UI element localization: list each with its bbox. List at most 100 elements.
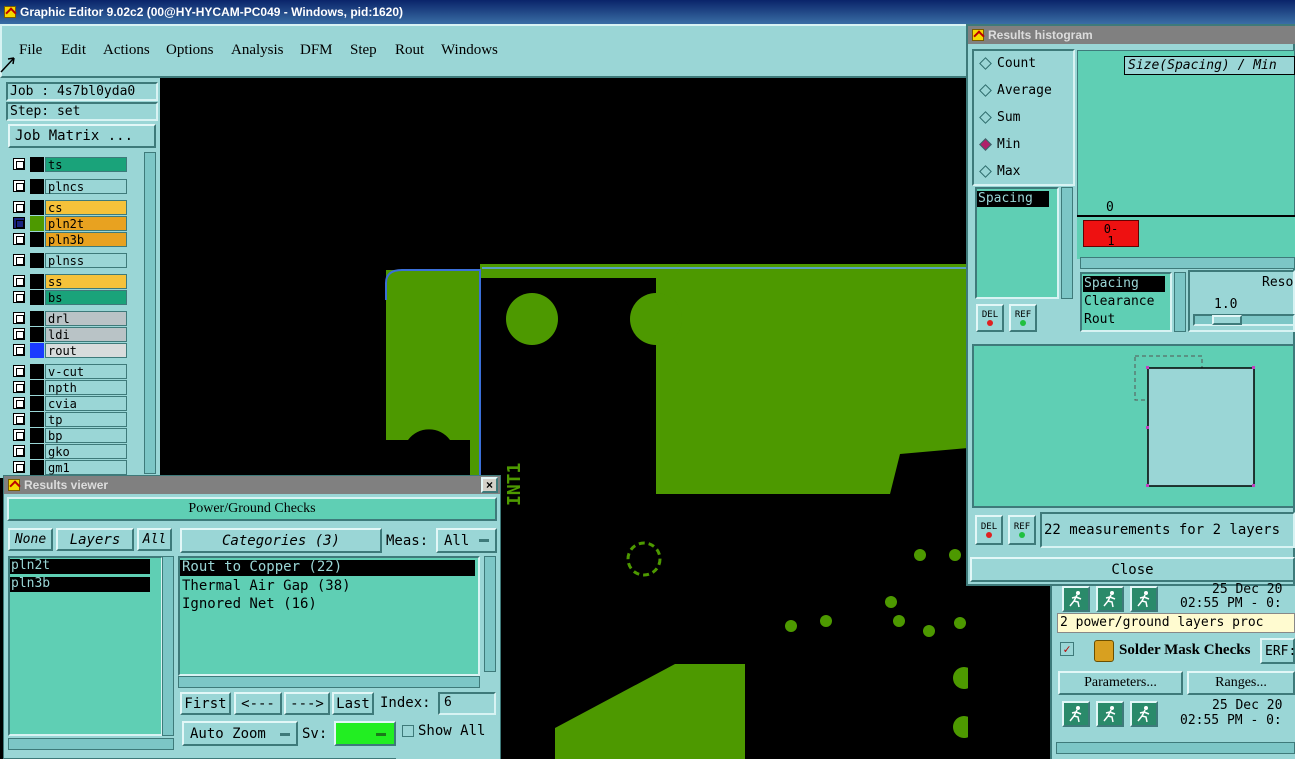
show-all-checkbox[interactable] <box>402 725 414 737</box>
layer-row-npth[interactable]: npth <box>10 380 128 395</box>
main-title-bar[interactable]: Graphic Editor 9.02c2 (00@HY-HYCAM-PC049… <box>0 0 1295 24</box>
menu-edit[interactable]: Edit <box>61 42 86 59</box>
menu-file[interactable]: File <box>19 42 42 59</box>
layer-checkbox[interactable] <box>13 180 25 192</box>
layer-checkbox[interactable] <box>13 217 25 229</box>
layer-color-swatch[interactable] <box>30 200 44 215</box>
erf-panel-hscroll[interactable] <box>1056 742 1295 754</box>
erf-action-icon[interactable] <box>1062 701 1090 727</box>
layer-row-cvia[interactable]: cvia <box>10 396 128 411</box>
layer-row-tp[interactable]: tp <box>10 412 128 427</box>
mode-radio-average[interactable]: Average <box>997 83 1052 98</box>
layer-list-item[interactable]: pln3b <box>10 577 150 592</box>
categories-hscroll[interactable] <box>178 676 480 688</box>
measure-list-item-spacing[interactable]: Spacing <box>1083 276 1165 292</box>
layer-row-gm1[interactable]: gm1 <box>10 460 128 475</box>
layer-row-cs[interactable]: cs <box>10 200 128 215</box>
mode-radio-sum[interactable]: Sum <box>997 110 1020 125</box>
ref-button-bottom[interactable]: REF <box>1008 515 1036 545</box>
layer-list-scrollbar[interactable] <box>144 152 156 474</box>
layer-checkbox[interactable] <box>13 413 25 425</box>
menu-step[interactable]: Step <box>350 42 377 59</box>
layer-checkbox[interactable] <box>13 429 25 441</box>
layer-color-swatch[interactable] <box>30 428 44 443</box>
histogram-title-bar[interactable]: Results histogram <box>968 26 1295 44</box>
layer-row-bp[interactable]: bp <box>10 428 128 443</box>
layer-checkbox[interactable] <box>13 201 25 213</box>
erf-action-icon[interactable] <box>1096 701 1124 727</box>
layer-row-bs[interactable]: bs <box>10 290 128 305</box>
menu-dfm[interactable]: DFM <box>300 42 333 59</box>
layer-checkbox[interactable] <box>13 445 25 457</box>
ref-button-top[interactable]: REF <box>1009 304 1037 332</box>
layer-color-swatch[interactable] <box>30 444 44 459</box>
layer-list-item[interactable]: pln2t <box>10 559 150 574</box>
last-button[interactable]: Last <box>332 692 374 715</box>
measure-listbox-vscroll[interactable] <box>1174 272 1186 332</box>
meas-dropdown[interactable]: All <box>436 528 497 553</box>
category-item-ignored-net[interactable]: Ignored Net (16) <box>182 596 317 612</box>
layer-color-swatch[interactable] <box>30 290 44 305</box>
measure-list-item-rout[interactable]: Rout <box>1084 312 1115 327</box>
all-layers-button[interactable]: All <box>137 528 172 551</box>
erf-button[interactable]: ERF: <box>1260 638 1295 664</box>
histogram-bin-0-1[interactable]: 0-1 <box>1083 220 1139 247</box>
del-button-bottom[interactable]: DEL <box>975 515 1003 545</box>
layer-row-plncs[interactable]: plncs <box>10 179 128 194</box>
resolution-slider[interactable] <box>1193 314 1295 326</box>
results-viewer-close-button[interactable]: × <box>481 477 498 493</box>
resolution-slider-thumb[interactable] <box>1212 315 1242 325</box>
type-list-item-spacing[interactable]: Spacing <box>977 191 1049 207</box>
layer-color-swatch[interactable] <box>30 460 44 475</box>
layer-checkbox[interactable] <box>13 397 25 409</box>
none-button[interactable]: None <box>8 528 53 551</box>
layer-row-v-cut[interactable]: v-cut <box>10 364 128 379</box>
parameters-button[interactable]: Parameters... <box>1058 671 1183 695</box>
layer-color-swatch[interactable] <box>30 343 44 358</box>
histogram-close-button[interactable]: Close <box>970 557 1295 582</box>
menu-actions[interactable]: Actions <box>103 42 150 59</box>
layer-checkbox[interactable] <box>13 254 25 266</box>
layer-color-swatch[interactable] <box>30 412 44 427</box>
previous-button[interactable]: <--- <box>234 692 282 715</box>
layer-row-pln2t[interactable]: pln2t <box>10 216 128 231</box>
results-viewer-title-bar[interactable]: Results viewer <box>4 476 500 494</box>
menu-rout[interactable]: Rout <box>395 42 424 59</box>
index-field[interactable]: 6 <box>438 692 496 715</box>
layer-checkbox[interactable] <box>13 291 25 303</box>
layer-color-swatch[interactable] <box>30 216 44 231</box>
layer-row-plnss[interactable]: plnss <box>10 253 128 268</box>
layer-checkbox[interactable] <box>13 158 25 170</box>
layer-row-drl[interactable]: drl <box>10 311 128 326</box>
layer-row-ss[interactable]: ss <box>10 274 128 289</box>
job-matrix-button[interactable]: Job Matrix ... <box>8 124 156 148</box>
layers-listbox-hscroll[interactable] <box>8 738 174 750</box>
layer-checkbox[interactable] <box>13 312 25 324</box>
layer-color-swatch[interactable] <box>30 380 44 395</box>
category-item-rout-to-copper[interactable]: Rout to Copper (22) <box>180 560 475 576</box>
layers-button[interactable]: Layers <box>56 528 134 551</box>
ranges-button[interactable]: Ranges... <box>1187 671 1295 695</box>
menu-analysis[interactable]: Analysis <box>231 42 284 59</box>
mode-radio-count[interactable]: Count <box>997 56 1036 71</box>
layer-checkbox[interactable] <box>13 233 25 245</box>
measure-list-item-clearance[interactable]: Clearance <box>1084 294 1154 309</box>
del-button-top[interactable]: DEL <box>976 304 1004 332</box>
layer-checkbox[interactable] <box>13 365 25 377</box>
erf-action-icon[interactable] <box>1096 586 1124 612</box>
menu-options[interactable]: Options <box>166 42 214 59</box>
layer-color-swatch[interactable] <box>30 157 44 172</box>
type-listbox-vscroll[interactable] <box>1061 187 1073 299</box>
histogram-hscroll[interactable] <box>1080 257 1295 269</box>
layer-color-swatch[interactable] <box>30 327 44 342</box>
layer-row-ldi[interactable]: ldi <box>10 327 128 342</box>
layer-checkbox[interactable] <box>13 344 25 356</box>
menu-windows[interactable]: Windows <box>441 42 498 59</box>
mode-radio-max[interactable]: Max <box>997 164 1020 179</box>
layer-color-swatch[interactable] <box>30 232 44 247</box>
layer-row-pln3b[interactable]: pln3b <box>10 232 128 247</box>
categories-button[interactable]: Categories (3) <box>180 528 382 553</box>
erf-action-icon[interactable] <box>1130 701 1158 727</box>
auto-zoom-dropdown[interactable]: Auto Zoom <box>182 721 298 746</box>
sv-color-dropdown[interactable] <box>334 721 396 746</box>
